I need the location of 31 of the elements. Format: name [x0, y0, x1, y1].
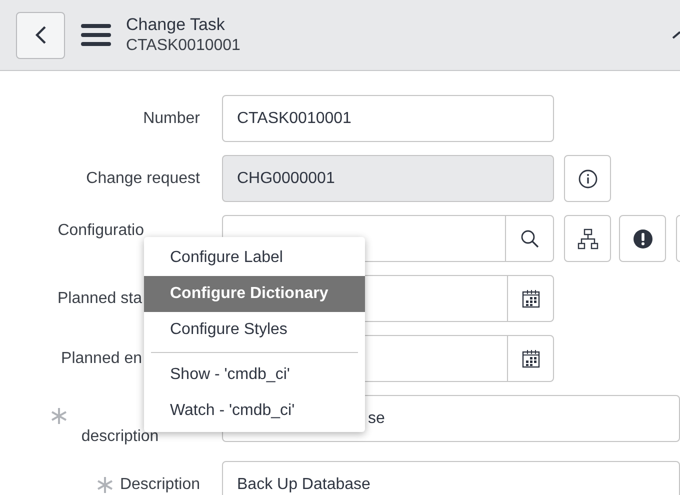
hierarchy-icon [576, 228, 598, 250]
menu-item[interactable]: Configure Dictionary [144, 276, 365, 312]
page-title: Change Task [126, 14, 226, 35]
field-label: Planned sta [57, 288, 142, 308]
field-label: Number [143, 108, 200, 128]
field-value: se [368, 408, 385, 428]
field-value: CTASK0010001 [237, 108, 352, 128]
page-subtitle: CTASK0010001 [126, 36, 240, 56]
field-label: Description [120, 474, 200, 494]
field-label: description [81, 427, 159, 447]
back-button[interactable] [16, 12, 65, 58]
field-value: CHG0000001 [237, 168, 335, 188]
info-button[interactable] [564, 155, 611, 202]
field-value: Back Up Database [237, 474, 370, 494]
alert-button[interactable] [619, 215, 666, 262]
menu-icon[interactable] [81, 23, 111, 47]
calendar-icon [520, 288, 540, 308]
field-label: Configuratio [58, 221, 144, 241]
calendar-icon [520, 348, 540, 368]
info-icon [578, 168, 598, 188]
menu-item[interactable]: Show - 'cmdb_ci' [144, 357, 365, 393]
menu-item[interactable]: Configure Label [144, 240, 365, 276]
menu-item[interactable]: Configure Styles [144, 312, 365, 348]
number-field[interactable]: CTASK0010001 [222, 95, 554, 142]
chevron-left-icon [34, 25, 46, 45]
field-label: Change request [86, 168, 200, 188]
field-label: Planned en [61, 348, 142, 368]
alert-icon [632, 228, 652, 248]
hierarchy-button[interactable] [564, 215, 611, 262]
text-field[interactable]: Back Up Database [222, 461, 680, 495]
search-icon [520, 228, 540, 248]
